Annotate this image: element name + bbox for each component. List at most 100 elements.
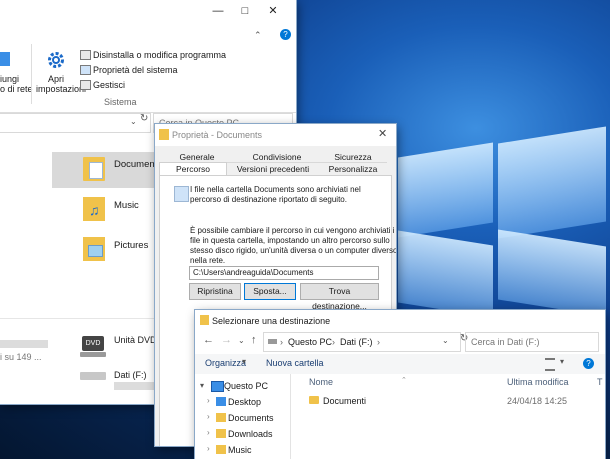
ribbon-left-label-1: iungi [0,74,20,84]
ribbon-item-manage[interactable]: Gestisci [93,80,125,90]
tree-item-downloads[interactable]: Downloads [228,429,273,439]
row-modified: 24/04/18 14:25 [507,396,568,406]
path-value: C:\Users\andreaguida\Documents [193,268,314,277]
breadcrumb-data-drive[interactable]: Dati (F:) [340,337,373,347]
help-text-line-4: nella rete. [190,256,226,265]
manage-icon [80,80,91,90]
find-target-button[interactable]: Trova destinazione... [300,283,379,311]
close-button[interactable]: ✕ [260,0,286,22]
help-text-line-1: È possibile cambiare il percorso in cui … [190,226,395,235]
select-destination-dialog: Selezionare una destinazione ← → ⌄ ↑ › Q… [195,310,605,459]
left-status-text: i su 149 ... [0,352,42,362]
folder-item-selected[interactable] [52,152,162,188]
chevron-down-icon[interactable]: ⌄ [442,336,449,345]
ribbon-item-system-properties[interactable]: Proprietà del sistema [93,65,178,75]
properties-close-icon[interactable]: ✕ [378,127,387,140]
help-icon[interactable]: ? [280,29,291,40]
music-icon [216,445,226,454]
column-header-type[interactable]: T [597,377,603,387]
settings-label-2: impostazioni [36,84,87,94]
ribbon-item-uninstall[interactable]: Disinstalla o modifica programma [93,50,226,60]
back-arrow-icon[interactable]: ← [203,334,214,346]
help-text-line-3: stesso disco rigido, un'unità diversa o … [190,246,396,255]
address-bar[interactable]: ⌄ [0,113,151,133]
forward-arrow-icon[interactable]: → [221,334,232,346]
sort-chevron-icon: ⌃ [401,377,407,384]
dialog-title: Selezionare una destinazione [212,316,331,326]
minimize-button[interactable]: — [205,0,231,22]
this-pc-icon [211,381,224,392]
desktop-icon [216,397,226,406]
pictures-folder-icon [83,237,105,261]
info-text-line-2: percorso di destinazione riportato di se… [190,195,347,204]
folder-icon [200,315,209,325]
left-capacity-bar [0,340,48,348]
expand-chevron-icon[interactable]: › [207,412,210,421]
logo-pane-bottom-left [398,230,493,318]
info-text-line-1: I file nella cartella Documents sono arc… [190,185,361,194]
ribbon-group-label: Sistema [104,97,137,107]
up-arrow-icon[interactable]: ↑ [251,334,257,346]
new-folder-button[interactable]: Nuova cartella [266,358,324,368]
folder-icon [159,129,169,140]
properties-titlebar: Proprietà - Documents ✕ [155,124,396,146]
folder-label-pictures[interactable]: Pictures [114,240,148,251]
restore-button[interactable]: Ripristina [189,283,241,300]
tree-item-documents[interactable]: Documents [228,413,274,423]
row-name: Documenti [323,396,367,406]
drive-icon [268,339,277,344]
path-input[interactable]: C:\Users\andreaguida\Documents [189,266,379,280]
dialog-toolbar: Organizza ▾ Nuova cartella ▾ ? [195,354,605,374]
music-folder-icon: ♫ [83,197,105,221]
open-settings-button[interactable]: Apri impostazioni [36,46,86,102]
view-chevron-icon: ▾ [560,357,565,366]
logo-pane-top-left [398,142,493,238]
expand-chevron-icon[interactable]: ▾ [200,381,204,390]
breadcrumb-this-pc[interactable]: Questo PC [288,337,332,347]
uninstall-icon [80,50,91,60]
refresh-icon[interactable]: ↻ [140,113,148,124]
chevron-down-icon[interactable]: ⌄ [130,117,137,126]
maximize-button[interactable]: □ [232,0,258,22]
folder-label-music[interactable]: Music [114,200,139,211]
expand-chevron-icon[interactable]: › [207,428,210,437]
settings-label-1: Apri [48,74,65,84]
data-drive-label[interactable]: Dati (F:) [114,370,147,380]
dialog-address-bar[interactable]: › Questo PC › Dati (F:) › ⌄ [263,332,461,352]
dialog-search-placeholder: Cerca in Dati (F:) [471,337,540,347]
ribbon-divider [31,44,32,104]
dialog-search-input[interactable]: Cerca in Dati (F:) [465,332,599,352]
tree-item-this-pc[interactable]: Questo PC [224,381,268,391]
tab-location[interactable]: Percorso [159,162,227,176]
data-drive-icon [80,372,106,380]
documents-folder-icon [83,157,105,181]
file-list: Nome ⌃ Ultima modifica T Documenti 24/04… [291,374,605,459]
gear-icon [48,52,64,68]
dvd-drive-icon: DVD [80,336,106,358]
help-icon[interactable]: ? [583,358,594,369]
system-properties-icon [80,65,91,75]
tab-customize[interactable]: Personalizza [318,163,388,175]
logo-pane-bottom-right [498,229,606,317]
ribbon: iungi o di rete Apri impostazioni Disins… [0,44,296,113]
folder-location-icon [174,186,189,202]
help-text-line-2: file in questa cartella, impostando un a… [190,236,390,245]
tree-item-desktop[interactable]: Desktop [228,397,261,407]
navigation-pane: ▾ Questo PC › Desktop › Documents › Down… [195,374,290,459]
ribbon-left-label-2: o di rete [0,84,33,94]
tree-item-music[interactable]: Music [228,445,252,455]
tab-previous-versions[interactable]: Versioni precedenti [229,163,317,175]
column-header-modified[interactable]: Ultima modifica [507,377,569,387]
organize-chevron-icon: ▾ [242,357,247,366]
collapse-ribbon-icon[interactable]: ⌃ [254,30,262,41]
expand-chevron-icon[interactable]: › [207,444,210,453]
table-row[interactable]: Documenti 24/04/18 14:25 [299,394,599,408]
logo-pane-top-right [498,126,606,239]
downloads-icon [216,429,226,438]
move-button[interactable]: Sposta... [244,283,296,300]
expand-chevron-icon[interactable]: › [207,396,210,405]
recent-chevron-icon[interactable]: ⌄ [238,336,245,345]
organize-button[interactable]: Organizza [205,358,246,368]
column-header-name[interactable]: Nome [309,377,333,387]
view-options-icon[interactable] [545,358,555,371]
